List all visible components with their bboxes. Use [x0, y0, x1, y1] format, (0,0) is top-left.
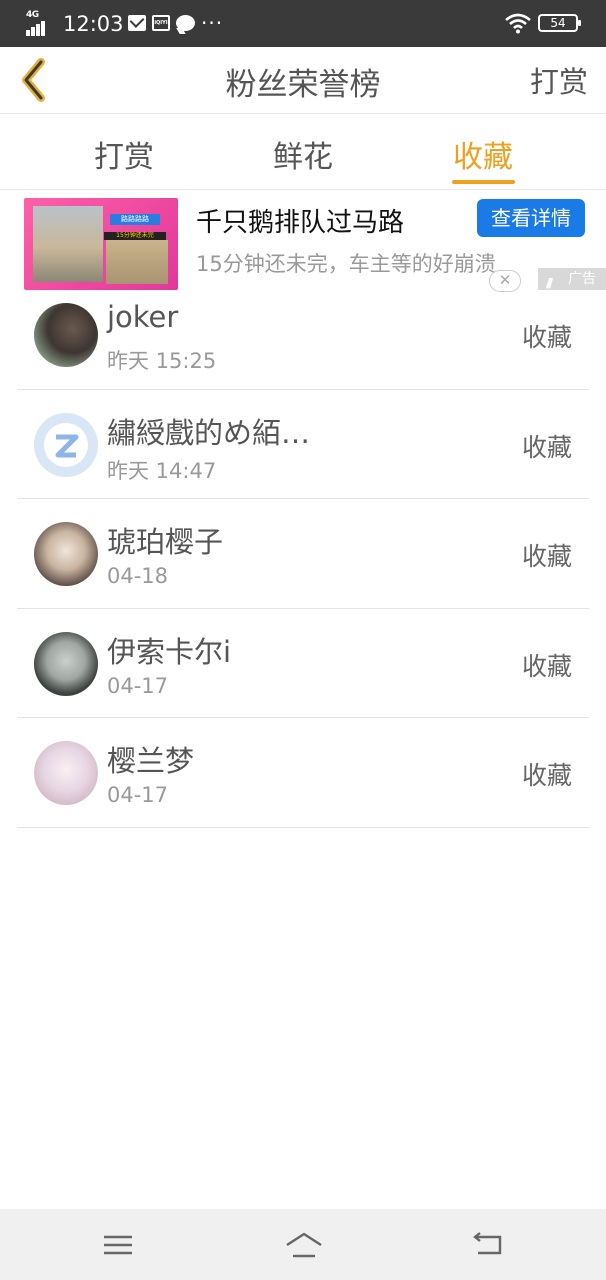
user-name: 伊索卡尔i: [107, 634, 232, 669]
home-icon[interactable]: [284, 1229, 324, 1261]
list-item[interactable]: 樱兰梦 04-17 收藏: [0, 718, 606, 828]
wifi-icon: [505, 13, 531, 34]
avatar[interactable]: [34, 303, 98, 367]
active-tab-indicator: [452, 180, 515, 184]
user-name: joker: [107, 300, 179, 334]
back-icon[interactable]: [470, 1229, 506, 1261]
user-name: 樱兰梦: [107, 744, 195, 778]
reward-button[interactable]: 打赏: [530, 59, 588, 101]
timestamp: 04-18: [107, 564, 169, 588]
tab-favorites[interactable]: 收藏: [423, 132, 543, 176]
mail-icon: [128, 15, 146, 31]
battery-icon: 54: [538, 14, 581, 32]
ad-thumb-tag: 路路路路: [110, 214, 160, 225]
list-item[interactable]: 伊索卡尔i 04-17 收藏: [0, 609, 606, 718]
action-label: 收藏: [521, 432, 572, 462]
default-avatar-icon: [44, 422, 88, 467]
avatar[interactable]: [34, 741, 98, 805]
notification-icons: iQIYI ···: [128, 13, 223, 33]
status-time: 12:03: [63, 12, 124, 36]
top-bar: 粉丝荣誉榜 打赏: [0, 47, 606, 114]
action-label: 收藏: [521, 761, 572, 790]
ad-thumb-caption: 15分钟还未完: [104, 232, 166, 240]
avatar[interactable]: [34, 631, 98, 696]
more-dots: ···: [201, 11, 224, 35]
action-label: 收藏: [521, 542, 572, 571]
ad-title[interactable]: 千只鹅排队过马路: [196, 202, 404, 239]
chat-bubble-icon: [176, 15, 195, 31]
list-item[interactable]: 琥珀樱子 04-18 收藏: [0, 499, 606, 609]
list-item[interactable]: joker 昨天 15:25 收藏: [0, 280, 606, 390]
signal-icon: 4G: [26, 10, 56, 36]
tab-bar: 打赏 鲜花 收藏: [0, 114, 606, 190]
avatar[interactable]: [34, 412, 98, 477]
avatar[interactable]: [34, 522, 98, 586]
user-name: 繡綬戲的め絔…: [107, 415, 311, 450]
action-label: 收藏: [521, 651, 572, 681]
timestamp: 04-17: [107, 673, 169, 698]
status-bar: 4G 12:03 iQIYI ··· 54: [0, 0, 606, 47]
tab-flowers[interactable]: 鲜花: [243, 132, 363, 176]
timestamp: 昨天 14:47: [107, 458, 217, 483]
network-type: 4G: [26, 10, 39, 20]
menu-icon[interactable]: [100, 1229, 136, 1261]
ad-details-button[interactable]: 查看详情: [477, 199, 585, 237]
ad-photo-secondary: [106, 240, 168, 284]
ad-photo: [33, 206, 103, 282]
action-label: 收藏: [521, 323, 572, 352]
timestamp: 04-17: [107, 783, 169, 807]
timestamp: 昨天 15:25: [107, 349, 217, 373]
ad-thumbnail[interactable]: 路路路路 15分钟还未完: [24, 198, 178, 290]
user-name: 琥珀樱子: [107, 525, 224, 559]
fan-list: joker 昨天 15:25 收藏 繡綬戲的め絔… 昨天 14:47 收藏 琥珀…: [0, 280, 606, 828]
iqiyi-icon: iQIYI: [152, 15, 170, 31]
ad-banner[interactable]: 路路路路 15分钟还未完 千只鹅排队过马路 15分钟还未完，车主等的好崩溃 查看…: [0, 190, 606, 294]
divider: [17, 826, 589, 828]
tab-reward[interactable]: 打赏: [64, 132, 184, 176]
list-item[interactable]: 繡綬戲的め絔… 昨天 14:47 收藏: [0, 390, 606, 499]
system-nav-bar: [0, 1209, 606, 1280]
page-title: 粉丝荣誉榜: [225, 67, 381, 103]
